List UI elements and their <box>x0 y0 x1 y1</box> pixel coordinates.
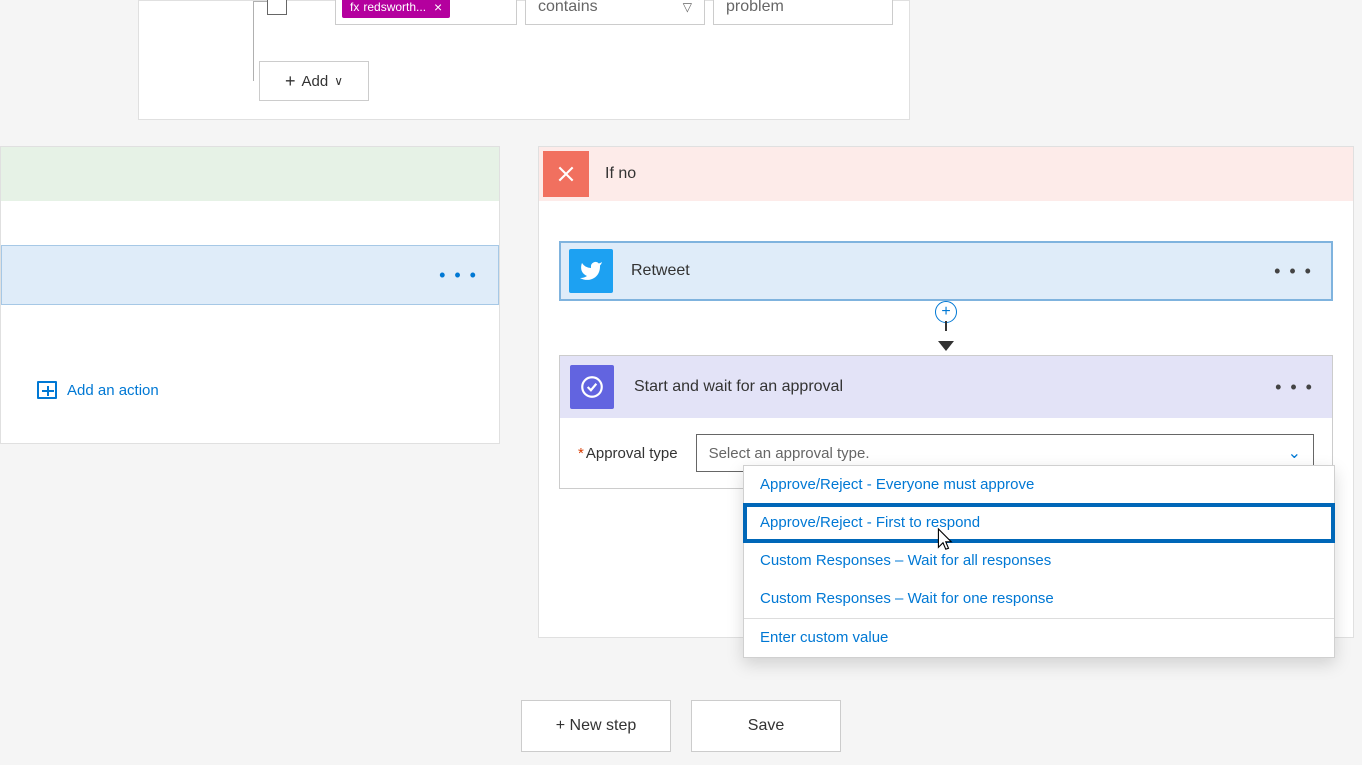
dropdown-option[interactable]: Custom Responses – Wait for one response <box>744 580 1334 618</box>
condition-value-field[interactable]: problem <box>713 0 893 25</box>
if-yes-branch: • • • Add an action <box>0 146 500 444</box>
retweet-title: Retweet <box>631 262 1274 280</box>
dropdown-option[interactable]: Approve/Reject - Everyone must approve <box>744 466 1334 504</box>
condition-card: fx redsworth... × contains ▽ problem + A… <box>138 0 910 120</box>
if-yes-action-card[interactable]: • • • <box>1 245 499 305</box>
tree-line-v <box>253 1 254 81</box>
add-label: Add <box>302 73 329 90</box>
approval-title: Start and wait for an approval <box>634 378 1275 396</box>
approval-type-dropdown: Approve/Reject - Everyone must approve A… <box>743 465 1335 658</box>
arrow-down-icon <box>938 341 954 351</box>
if-no-branch: If no Retweet • • • + Start and wait for… <box>538 146 1354 638</box>
insert-step-button[interactable]: + <box>935 301 957 323</box>
save-button[interactable]: Save <box>691 700 841 752</box>
select-placeholder: Select an approval type. <box>709 445 870 462</box>
if-no-header[interactable]: If no <box>539 147 1353 201</box>
add-action-label: Add an action <box>67 382 159 399</box>
chevron-down-icon: ⌄ <box>1288 443 1301 463</box>
if-yes-header[interactable] <box>1 147 499 201</box>
chevron-down-icon: ▽ <box>683 0 692 14</box>
more-menu-icon[interactable]: • • • <box>439 265 478 286</box>
flow-connector: + <box>935 301 957 351</box>
add-condition-button[interactable]: + Add ∨ <box>259 61 369 101</box>
add-action-button[interactable]: Add an action <box>37 381 159 399</box>
if-no-title: If no <box>605 165 636 183</box>
dropdown-option-selected[interactable]: Approve/Reject - First to respond <box>744 504 1334 542</box>
if-no-icon <box>543 151 589 197</box>
dropdown-option[interactable]: Custom Responses – Wait for all response… <box>744 542 1334 580</box>
add-action-icon <box>37 381 57 399</box>
arrow-stem <box>945 321 947 331</box>
condition-left-field[interactable]: fx redsworth... × <box>335 0 517 25</box>
plus-icon: + <box>285 71 296 92</box>
condition-value: problem <box>726 0 784 16</box>
token-prefix: fx <box>350 0 359 14</box>
approval-header[interactable]: Start and wait for an approval • • • <box>560 356 1332 418</box>
token-label: redsworth... <box>363 0 426 14</box>
more-menu-icon[interactable]: • • • <box>1275 377 1314 398</box>
dropdown-option-custom[interactable]: Enter custom value <box>744 618 1334 657</box>
approval-icon <box>570 365 614 409</box>
footer-actions: + New step Save <box>0 700 1362 752</box>
approval-type-label: *Approval type <box>578 445 678 462</box>
token-remove-icon[interactable]: × <box>434 0 442 15</box>
chevron-down-icon: ∨ <box>334 74 343 88</box>
new-step-button[interactable]: + New step <box>521 700 671 752</box>
group-checkbox[interactable] <box>267 0 287 15</box>
condition-operator-select[interactable]: contains ▽ <box>525 0 705 25</box>
retweet-action-card[interactable]: Retweet • • • <box>559 241 1333 301</box>
more-menu-icon[interactable]: • • • <box>1274 261 1313 282</box>
twitter-icon <box>569 249 613 293</box>
operator-value: contains <box>538 0 598 16</box>
dynamic-content-token[interactable]: fx redsworth... × <box>342 0 450 18</box>
